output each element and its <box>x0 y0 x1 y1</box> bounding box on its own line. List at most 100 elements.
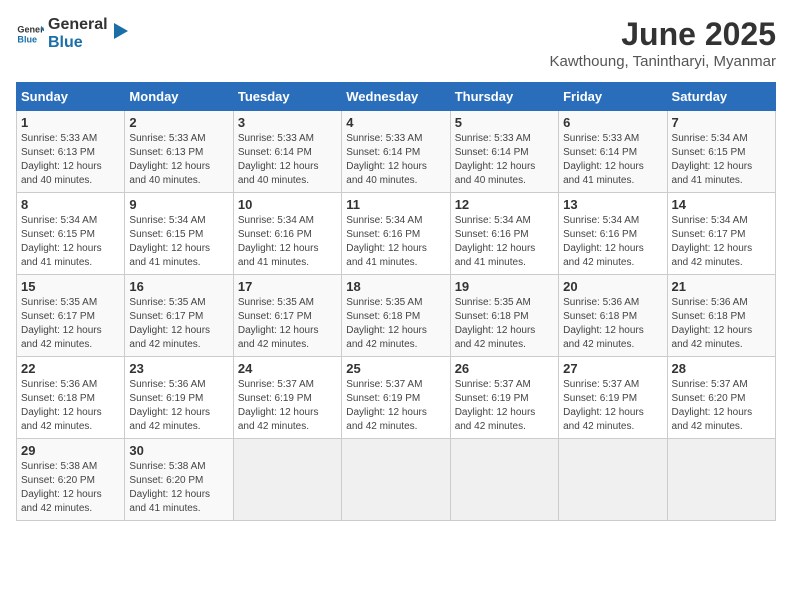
day-info: Sunrise: 5:34 AMSunset: 6:15 PMDaylight:… <box>672 133 753 186</box>
calendar-cell: 26Sunrise: 5:37 AMSunset: 6:19 PMDayligh… <box>450 357 558 439</box>
day-info: Sunrise: 5:34 AMSunset: 6:15 PMDaylight:… <box>21 215 102 268</box>
day-number: 11 <box>346 197 445 212</box>
day-number: 8 <box>21 197 120 212</box>
day-number: 3 <box>238 115 337 130</box>
col-wednesday: Wednesday <box>342 83 450 111</box>
calendar-week-row: 1 Sunrise: 5:33 AMSunset: 6:13 PMDaylight… <box>17 111 776 193</box>
calendar-cell: 21Sunrise: 5:36 AMSunset: 6:18 PMDayligh… <box>667 275 775 357</box>
calendar-cell <box>667 439 775 521</box>
day-number: 4 <box>346 115 445 130</box>
calendar-cell: 13 Sunrise: 5:34 AMSunset: 6:16 PMDayligh… <box>559 193 667 275</box>
calendar-cell: 11 Sunrise: 5:34 AMSunset: 6:16 PMDayligh… <box>342 193 450 275</box>
day-number: 2 <box>129 115 228 130</box>
day-number: 20 <box>563 279 662 294</box>
logo-icon: General Blue <box>16 20 44 48</box>
col-sunday: Sunday <box>17 83 125 111</box>
day-info: Sunrise: 5:34 AMSunset: 6:16 PMDaylight:… <box>238 215 319 268</box>
day-number: 6 <box>563 115 662 130</box>
day-info: Sunrise: 5:38 AMSunset: 6:20 PMDaylight:… <box>21 461 102 514</box>
calendar-cell: 15Sunrise: 5:35 AMSunset: 6:17 PMDayligh… <box>17 275 125 357</box>
calendar-cell: 5Sunrise: 5:33 AMSunset: 6:14 PMDaylight… <box>450 111 558 193</box>
logo-arrow-icon <box>108 19 130 41</box>
calendar-cell: 14 Sunrise: 5:34 AMSunset: 6:17 PMDayligh… <box>667 193 775 275</box>
col-thursday: Thursday <box>450 83 558 111</box>
day-info: Sunrise: 5:35 AMSunset: 6:17 PMDaylight:… <box>21 297 102 350</box>
day-info: Sunrise: 5:34 AMSunset: 6:16 PMDaylight:… <box>455 215 536 268</box>
day-number: 23 <box>129 361 228 376</box>
day-info: Sunrise: 5:33 AMSunset: 6:14 PMDaylight:… <box>346 133 427 186</box>
day-number: 29 <box>21 443 120 458</box>
calendar-week-row: 15Sunrise: 5:35 AMSunset: 6:17 PMDayligh… <box>17 275 776 357</box>
day-info: Sunrise: 5:33 AMSunset: 6:13 PMDaylight:… <box>129 133 210 186</box>
day-info: Sunrise: 5:38 AMSunset: 6:20 PMDaylight:… <box>129 461 210 514</box>
day-info: Sunrise: 5:34 AMSunset: 6:16 PMDaylight:… <box>346 215 427 268</box>
col-saturday: Saturday <box>667 83 775 111</box>
col-friday: Friday <box>559 83 667 111</box>
calendar-cell: 18Sunrise: 5:35 AMSunset: 6:18 PMDayligh… <box>342 275 450 357</box>
day-info: Sunrise: 5:36 AMSunset: 6:19 PMDaylight:… <box>129 379 210 432</box>
day-info: Sunrise: 5:33 AMSunset: 6:14 PMDaylight:… <box>563 133 644 186</box>
day-info: Sunrise: 5:33 AMSunset: 6:14 PMDaylight:… <box>455 133 536 186</box>
calendar-cell: 27 Sunrise: 5:37 AMSunset: 6:19 PMDayligh… <box>559 357 667 439</box>
day-number: 14 <box>672 197 771 212</box>
day-info: Sunrise: 5:33 AMSunset: 6:13 PMDaylight:… <box>21 133 102 186</box>
day-number: 13 <box>563 197 662 212</box>
day-number: 25 <box>346 361 445 376</box>
calendar-cell: 9Sunrise: 5:34 AMSunset: 6:15 PMDaylight… <box>125 193 233 275</box>
calendar-cell: 6 Sunrise: 5:33 AMSunset: 6:14 PMDaylight… <box>559 111 667 193</box>
col-monday: Monday <box>125 83 233 111</box>
calendar-cell: 25 Sunrise: 5:37 AMSunset: 6:19 PMDayligh… <box>342 357 450 439</box>
day-number: 12 <box>455 197 554 212</box>
logo-blue: Blue <box>48 34 108 52</box>
day-info: Sunrise: 5:34 AMSunset: 6:16 PMDaylight:… <box>563 215 644 268</box>
day-number: 24 <box>238 361 337 376</box>
day-info: Sunrise: 5:36 AMSunset: 6:18 PMDaylight:… <box>563 297 644 350</box>
svg-text:Blue: Blue <box>17 34 37 44</box>
calendar-cell: 10Sunrise: 5:34 AMSunset: 6:16 PMDayligh… <box>233 193 341 275</box>
calendar-cell: 1 Sunrise: 5:33 AMSunset: 6:13 PMDaylight… <box>17 111 125 193</box>
day-info: Sunrise: 5:35 AMSunset: 6:17 PMDaylight:… <box>129 297 210 350</box>
day-number: 27 <box>563 361 662 376</box>
calendar-cell <box>342 439 450 521</box>
day-info: Sunrise: 5:37 AMSunset: 6:19 PMDaylight:… <box>455 379 536 432</box>
calendar-cell: 17Sunrise: 5:35 AMSunset: 6:17 PMDayligh… <box>233 275 341 357</box>
day-info: Sunrise: 5:35 AMSunset: 6:17 PMDaylight:… <box>238 297 319 350</box>
day-info: Sunrise: 5:34 AMSunset: 6:15 PMDaylight:… <box>129 215 210 268</box>
title-area: June 2025 Kawthoung, Tanintharyi, Myanma… <box>549 16 776 70</box>
day-number: 1 <box>21 115 120 130</box>
calendar-cell: 3Sunrise: 5:33 AMSunset: 6:14 PMDaylight… <box>233 111 341 193</box>
calendar-cell: 23 Sunrise: 5:36 AMSunset: 6:19 PMDayligh… <box>125 357 233 439</box>
day-number: 21 <box>672 279 771 294</box>
calendar-cell <box>450 439 558 521</box>
calendar-header-row: Sunday Monday Tuesday Wednesday Thursday… <box>17 83 776 111</box>
calendar-cell: 7Sunrise: 5:34 AMSunset: 6:15 PMDaylight… <box>667 111 775 193</box>
calendar-cell: 22 Sunrise: 5:36 AMSunset: 6:18 PMDayligh… <box>17 357 125 439</box>
day-number: 19 <box>455 279 554 294</box>
calendar-cell: 28Sunrise: 5:37 AMSunset: 6:20 PMDayligh… <box>667 357 775 439</box>
calendar-cell: 12 Sunrise: 5:34 AMSunset: 6:16 PMDayligh… <box>450 193 558 275</box>
day-number: 30 <box>129 443 228 458</box>
calendar-cell: 24 Sunrise: 5:37 AMSunset: 6:19 PMDayligh… <box>233 357 341 439</box>
col-tuesday: Tuesday <box>233 83 341 111</box>
calendar-cell: 19Sunrise: 5:35 AMSunset: 6:18 PMDayligh… <box>450 275 558 357</box>
day-number: 28 <box>672 361 771 376</box>
calendar-cell: 8 Sunrise: 5:34 AMSunset: 6:15 PMDaylight… <box>17 193 125 275</box>
header: General Blue General Blue June 2025 Kawt… <box>16 16 776 70</box>
svg-text:General: General <box>17 24 44 34</box>
day-number: 16 <box>129 279 228 294</box>
calendar-cell: 4 Sunrise: 5:33 AMSunset: 6:14 PMDaylight… <box>342 111 450 193</box>
day-info: Sunrise: 5:37 AMSunset: 6:19 PMDaylight:… <box>563 379 644 432</box>
day-info: Sunrise: 5:34 AMSunset: 6:17 PMDaylight:… <box>672 215 753 268</box>
calendar-week-row: 8 Sunrise: 5:34 AMSunset: 6:15 PMDaylight… <box>17 193 776 275</box>
calendar-table: Sunday Monday Tuesday Wednesday Thursday… <box>16 82 776 521</box>
day-number: 18 <box>346 279 445 294</box>
logo-general: General <box>48 16 108 34</box>
day-info: Sunrise: 5:37 AMSunset: 6:19 PMDaylight:… <box>238 379 319 432</box>
calendar-week-row: 22 Sunrise: 5:36 AMSunset: 6:18 PMDayligh… <box>17 357 776 439</box>
day-info: Sunrise: 5:37 AMSunset: 6:19 PMDaylight:… <box>346 379 427 432</box>
calendar-week-row: 29 Sunrise: 5:38 AMSunset: 6:20 PMDayligh… <box>17 439 776 521</box>
calendar-cell <box>233 439 341 521</box>
day-info: Sunrise: 5:36 AMSunset: 6:18 PMDaylight:… <box>21 379 102 432</box>
calendar-cell: 20 Sunrise: 5:36 AMSunset: 6:18 PMDayligh… <box>559 275 667 357</box>
day-number: 22 <box>21 361 120 376</box>
